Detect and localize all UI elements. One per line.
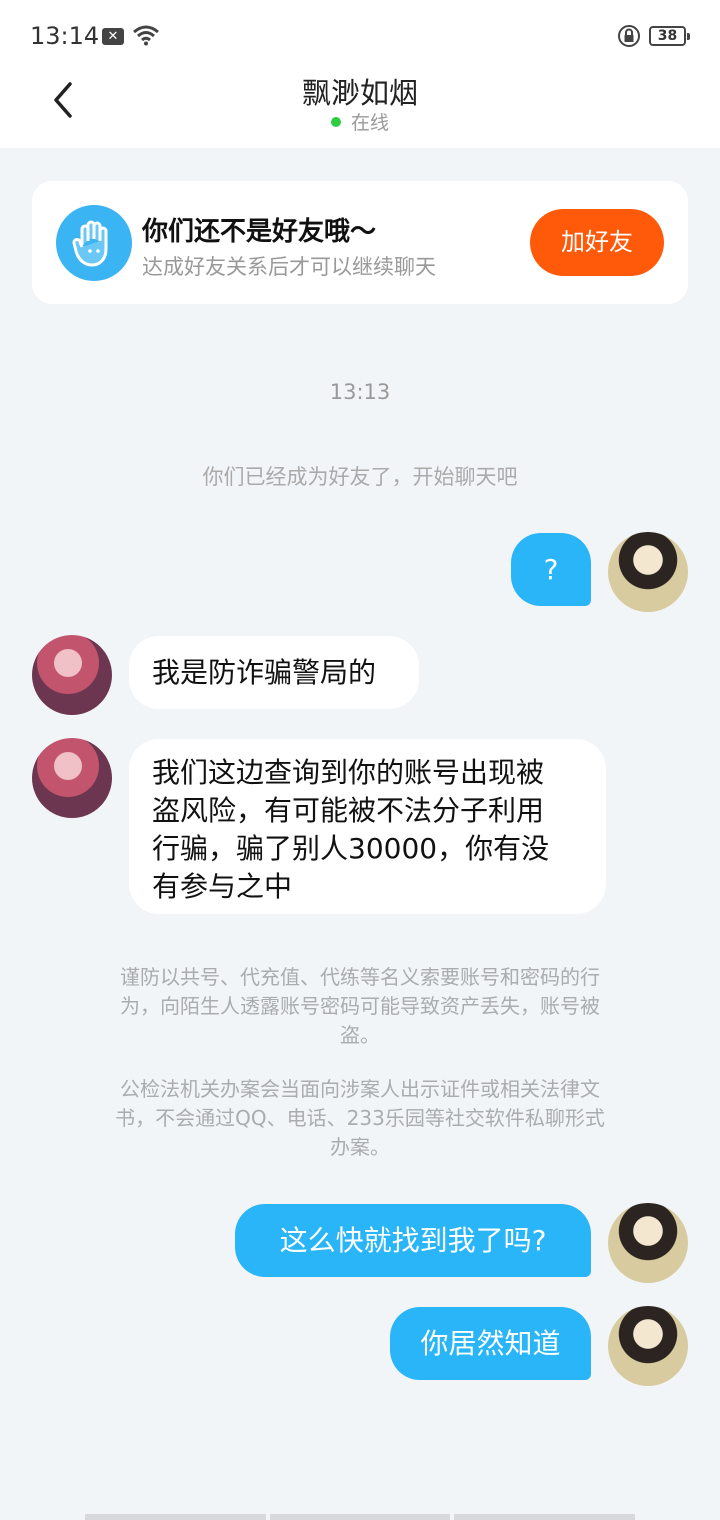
fraud-warning-2: 公检法机关办案会当面向涉案人出示证件或相关法律文 书，不会通过QQ、电话、233… <box>70 1075 650 1162</box>
message-bubble-sent[interactable]: 你居然知道 <box>390 1307 591 1380</box>
friend-card-title: 你们还不是好友哦～ <box>142 217 377 247</box>
bottom-input-bar <box>85 1514 636 1520</box>
online-dot-icon <box>330 117 341 127</box>
friend-request-card: 你们还不是好友哦～ 达成好友关系后才可以继续聊天 加好友 <box>32 181 688 304</box>
my-avatar[interactable] <box>608 532 688 612</box>
online-status: 在线 <box>0 108 720 135</box>
status-time: 13:14 <box>30 22 100 50</box>
friend-card-subtitle: 达成好友关系后才可以继续聊天 <box>142 255 436 279</box>
message-bubble-sent[interactable]: 这么快就找到我了吗? <box>235 1204 591 1277</box>
warning-line: 办案。 <box>330 1135 390 1159</box>
my-avatar[interactable] <box>608 1203 688 1283</box>
chat-title: 飘渺如烟 <box>301 76 418 110</box>
warning-line: 为，向陌生人透露账号密码可能导致资产丢失，账号被 <box>120 994 600 1018</box>
bottom-segment <box>454 1514 636 1520</box>
wifi-icon <box>132 24 160 50</box>
hand-wave-icon <box>56 205 132 281</box>
message-text-line: 行骗，骗了别人30000，你有没 <box>152 832 550 865</box>
message-text-line: 盗风险，有可能被不法分子利用 <box>152 794 545 827</box>
message-bubble-sent[interactable]: ? <box>511 533 591 606</box>
bottom-segment <box>85 1514 266 1520</box>
message-text: 这么快就找到我了吗? <box>279 1224 547 1257</box>
online-status-label: 在线 <box>350 112 389 134</box>
system-message: 你们已经成为好友了，开始聊天吧 <box>202 465 518 489</box>
battery-icon: 38 <box>649 26 690 46</box>
message-bubble-received[interactable]: 我是防诈骗警局的 <box>129 636 419 709</box>
rotation-lock-icon <box>617 24 641 52</box>
contact-avatar[interactable] <box>32 738 112 818</box>
message-text-line: 有参与之中 <box>152 870 293 903</box>
my-avatar[interactable] <box>608 1306 688 1386</box>
add-friend-button[interactable]: 加好友 <box>530 209 664 276</box>
warning-line: 书，不会通过QQ、电话、233乐园等社交软件私聊形式 <box>115 1106 605 1130</box>
message-text-line: 我们这边查询到你的账号出现被 <box>152 756 545 789</box>
warning-line: 盗。 <box>340 1023 380 1047</box>
message-bubble-received[interactable]: 我们这边查询到你的账号出现被 盗风险，有可能被不法分子利用 行骗，骗了别人300… <box>129 739 606 914</box>
top-bar: 13:14 ✕ 38 飘渺如烟 在线 <box>0 0 720 148</box>
fraud-warning-1: 谨防以共号、代充值、代练等名义索要账号和密码的行 为，向陌生人透露账号密码可能导… <box>70 963 650 1050</box>
message-text: 我是防诈骗警局的 <box>152 656 377 689</box>
notification-x-icon: ✕ <box>102 28 124 45</box>
bottom-segment <box>269 1514 451 1520</box>
contact-avatar[interactable] <box>32 635 112 715</box>
message-text: ? <box>543 553 559 586</box>
warning-line: 谨防以共号、代充值、代练等名义索要账号和密码的行 <box>120 965 600 989</box>
message-timestamp: 13:13 <box>329 380 391 404</box>
message-text: 你居然知道 <box>420 1327 561 1360</box>
warning-line: 公检法机关办案会当面向涉案人出示证件或相关法律文 <box>120 1077 600 1101</box>
